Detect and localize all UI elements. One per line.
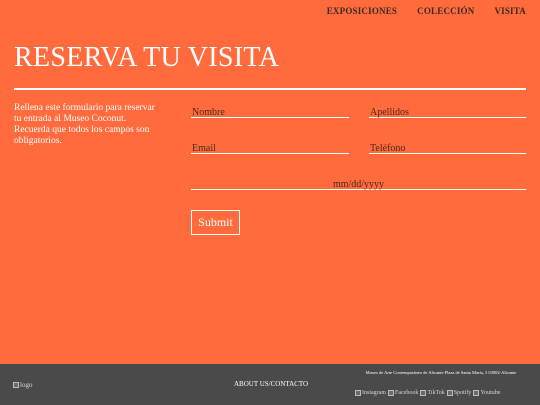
tiktok-icon: [420, 390, 427, 396]
apellidos-input[interactable]: [369, 105, 526, 120]
youtube-link[interactable]: Youtube: [473, 390, 500, 396]
youtube-icon: [473, 390, 480, 396]
nombre-field-wrapper: [191, 102, 349, 120]
spotify-link[interactable]: Spotify: [446, 390, 472, 396]
spotify-icon: [446, 390, 453, 396]
date-input[interactable]: [191, 177, 526, 192]
nombre-input[interactable]: [191, 105, 349, 120]
submit-button[interactable]: Submit: [191, 210, 240, 235]
instagram-alt-text: Instagram: [362, 390, 386, 396]
facebook-link[interactable]: Facebook: [388, 390, 418, 396]
apellidos-field-wrapper: [369, 102, 526, 120]
tiktok-link[interactable]: TikTok: [420, 390, 445, 396]
title-divider: [14, 88, 526, 90]
form-instructions: Rellena este formulario para reservar tu…: [14, 103, 155, 146]
email-input[interactable]: [191, 141, 349, 156]
about-contact-link[interactable]: ABOUT US/CONTACTO: [234, 380, 308, 388]
facebook-alt-text: Facebook: [395, 390, 419, 396]
footer-logo[interactable]: logo: [13, 381, 32, 389]
nav-coleccion[interactable]: COLECCIÓN: [417, 6, 474, 16]
spotify-alt-text: Spotify: [453, 390, 472, 396]
social-links: Instagram Facebook TikTok Spotify Youtub…: [355, 390, 500, 396]
page-title: RESERVA TU VISITA: [14, 42, 280, 73]
top-nav: EXPOSICIONES COLECCIÓN VISITA: [327, 6, 526, 16]
logo-alt-text: logo: [20, 381, 33, 389]
telefono-input[interactable]: [369, 141, 526, 156]
broken-image-icon: [13, 382, 19, 388]
email-field-wrapper: [191, 138, 349, 156]
nav-visita[interactable]: VISITA: [494, 6, 526, 16]
telefono-field-wrapper: [369, 138, 526, 156]
museum-address: Museo de Arte Contemporáneo de Alicante …: [365, 370, 517, 375]
facebook-icon: [388, 390, 394, 396]
instagram-icon: [355, 390, 361, 396]
footer: logo ABOUT US/CONTACTO Museo de Arte Con…: [0, 364, 540, 405]
youtube-alt-text: Youtube: [480, 390, 501, 396]
nav-exposiciones[interactable]: EXPOSICIONES: [327, 6, 397, 16]
tiktok-alt-text: TikTok: [427, 390, 445, 396]
instagram-link[interactable]: Instagram: [355, 390, 386, 396]
date-field-wrapper: [191, 174, 526, 192]
